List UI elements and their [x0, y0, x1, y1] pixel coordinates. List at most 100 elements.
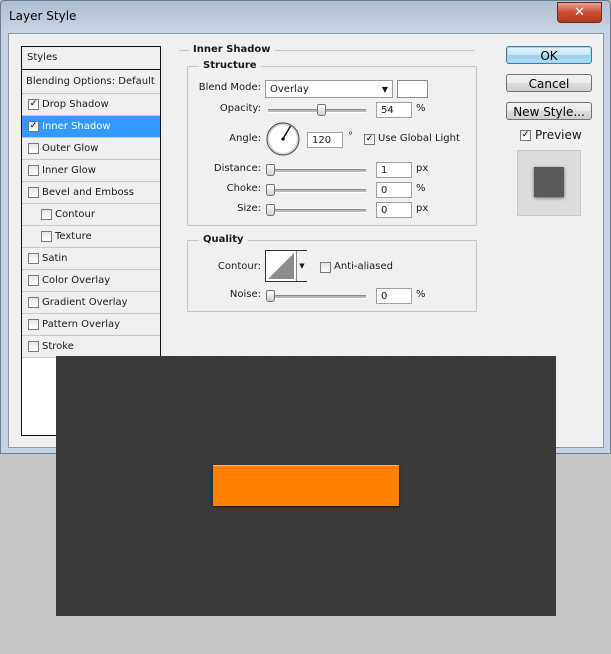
style-item-label: Pattern Overlay	[42, 319, 121, 330]
noise-unit: %	[416, 289, 426, 300]
new-style-button[interactable]: New Style...	[506, 102, 592, 120]
opacity-unit: %	[416, 103, 426, 114]
preview-square	[534, 167, 564, 197]
size-unit: px	[416, 203, 429, 214]
close-button[interactable]: ✕	[557, 2, 602, 23]
noise-label: Noise:	[229, 289, 261, 300]
quality-title: Quality	[199, 234, 248, 245]
style-item-label: Stroke	[42, 341, 74, 352]
style-checkbox[interactable]	[28, 143, 39, 154]
contour-label: Contour:	[217, 261, 261, 272]
size-label: Size:	[237, 203, 261, 214]
style-item-label: Gradient Overlay	[42, 297, 128, 308]
style-item-label: Contour	[55, 209, 95, 220]
angle-dial[interactable]	[265, 121, 301, 157]
distance-value: 1	[381, 165, 388, 176]
styles-header-label: Styles	[27, 52, 58, 63]
style-item-label: Blending Options: Default	[26, 76, 155, 87]
inner-shadow-title: Inner Shadow	[189, 44, 275, 55]
style-item-texture[interactable]: Texture	[22, 226, 160, 248]
quality-group	[187, 240, 477, 312]
preview-swatch	[517, 150, 581, 216]
style-checkbox[interactable]	[28, 319, 39, 330]
noise-input[interactable]: 0	[376, 288, 412, 304]
blend-mode-label: Blend Mode:	[198, 82, 261, 93]
anti-aliased-checkbox[interactable]	[320, 262, 331, 273]
style-item-blending-options-default[interactable]: Blending Options: Default	[22, 70, 160, 94]
style-checkbox[interactable]	[28, 341, 39, 352]
style-item-label: Satin	[42, 253, 68, 264]
angle-unit: °	[348, 131, 353, 142]
style-checkbox[interactable]	[28, 253, 39, 264]
use-global-light-label: Use Global Light	[378, 133, 460, 144]
style-item-label: Inner Shadow	[42, 121, 111, 132]
opacity-input[interactable]: 54	[376, 102, 412, 118]
use-global-light-checkbox[interactable]	[364, 134, 375, 145]
style-item-label: Inner Glow	[42, 165, 96, 176]
preview-label: Preview	[535, 128, 582, 142]
opacity-slider-thumb[interactable]	[316, 104, 326, 116]
style-item-pattern-overlay[interactable]: Pattern Overlay	[22, 314, 160, 336]
angle-value: 120	[312, 135, 332, 146]
structure-title: Structure	[199, 60, 261, 71]
close-icon: ✕	[574, 5, 585, 20]
noise-value: 0	[381, 291, 388, 302]
style-item-outer-glow[interactable]: Outer Glow	[22, 138, 160, 160]
opacity-label: Opacity:	[219, 103, 261, 114]
style-checkbox[interactable]	[28, 165, 39, 176]
contour-dropdown-icon[interactable]: ▼	[296, 251, 307, 281]
distance-slider-thumb[interactable]	[266, 164, 275, 176]
orange-button-shape	[213, 465, 399, 506]
style-item-stroke[interactable]: Stroke	[22, 336, 160, 358]
style-item-gradient-overlay[interactable]: Gradient Overlay	[22, 292, 160, 314]
style-item-label: Outer Glow	[42, 143, 99, 154]
blend-mode-value: Overlay	[270, 84, 309, 95]
angle-input[interactable]: 120	[307, 132, 343, 148]
preview-checkbox[interactable]	[520, 130, 531, 141]
ok-button[interactable]: OK	[506, 46, 592, 64]
choke-slider[interactable]	[268, 189, 366, 193]
style-item-drop-shadow[interactable]: Drop Shadow	[22, 94, 160, 116]
style-checkbox[interactable]	[28, 99, 39, 110]
choke-slider-thumb[interactable]	[266, 184, 275, 196]
size-slider[interactable]	[268, 209, 366, 213]
distance-unit: px	[416, 163, 429, 174]
style-checkbox[interactable]	[28, 187, 39, 198]
style-item-label: Color Overlay	[42, 275, 111, 286]
blend-mode-select[interactable]: Overlay ▼	[265, 80, 393, 98]
choke-label: Choke:	[226, 183, 261, 194]
style-checkbox[interactable]	[28, 275, 39, 286]
distance-label: Distance:	[213, 163, 261, 174]
noise-slider[interactable]	[268, 295, 366, 299]
style-checkbox[interactable]	[41, 209, 52, 220]
anti-aliased-label: Anti-aliased	[334, 261, 394, 272]
style-item-contour[interactable]: Contour	[22, 204, 160, 226]
choke-unit: %	[416, 183, 426, 194]
shadow-color-swatch[interactable]	[397, 80, 428, 98]
style-item-satin[interactable]: Satin	[22, 248, 160, 270]
size-value: 0	[381, 205, 388, 216]
noise-slider-thumb[interactable]	[266, 290, 275, 302]
style-item-color-overlay[interactable]: Color Overlay	[22, 270, 160, 292]
style-checkbox[interactable]	[41, 231, 52, 242]
choke-input[interactable]: 0	[376, 182, 412, 198]
styles-list-header[interactable]: Styles	[22, 47, 160, 70]
style-checkbox[interactable]	[28, 297, 39, 308]
dropdown-arrow-icon: ▼	[381, 85, 388, 94]
contour-picker[interactable]: ▼	[265, 250, 307, 282]
style-item-bevel-and-emboss[interactable]: Bevel and Emboss	[22, 182, 160, 204]
size-input[interactable]: 0	[376, 202, 412, 218]
style-item-inner-glow[interactable]: Inner Glow	[22, 160, 160, 182]
style-checkbox[interactable]	[28, 121, 39, 132]
size-slider-thumb[interactable]	[266, 204, 275, 216]
cancel-button[interactable]: Cancel	[506, 74, 592, 92]
document-canvas	[56, 356, 556, 616]
distance-slider[interactable]	[268, 169, 366, 173]
style-item-label: Bevel and Emboss	[42, 187, 134, 198]
distance-input[interactable]: 1	[376, 162, 412, 178]
style-item-inner-shadow[interactable]: Inner Shadow	[22, 116, 160, 138]
style-item-label: Texture	[55, 231, 92, 242]
title-bar[interactable]: Layer Style ✕	[1, 1, 610, 31]
style-item-label: Drop Shadow	[42, 99, 109, 110]
choke-value: 0	[381, 185, 388, 196]
